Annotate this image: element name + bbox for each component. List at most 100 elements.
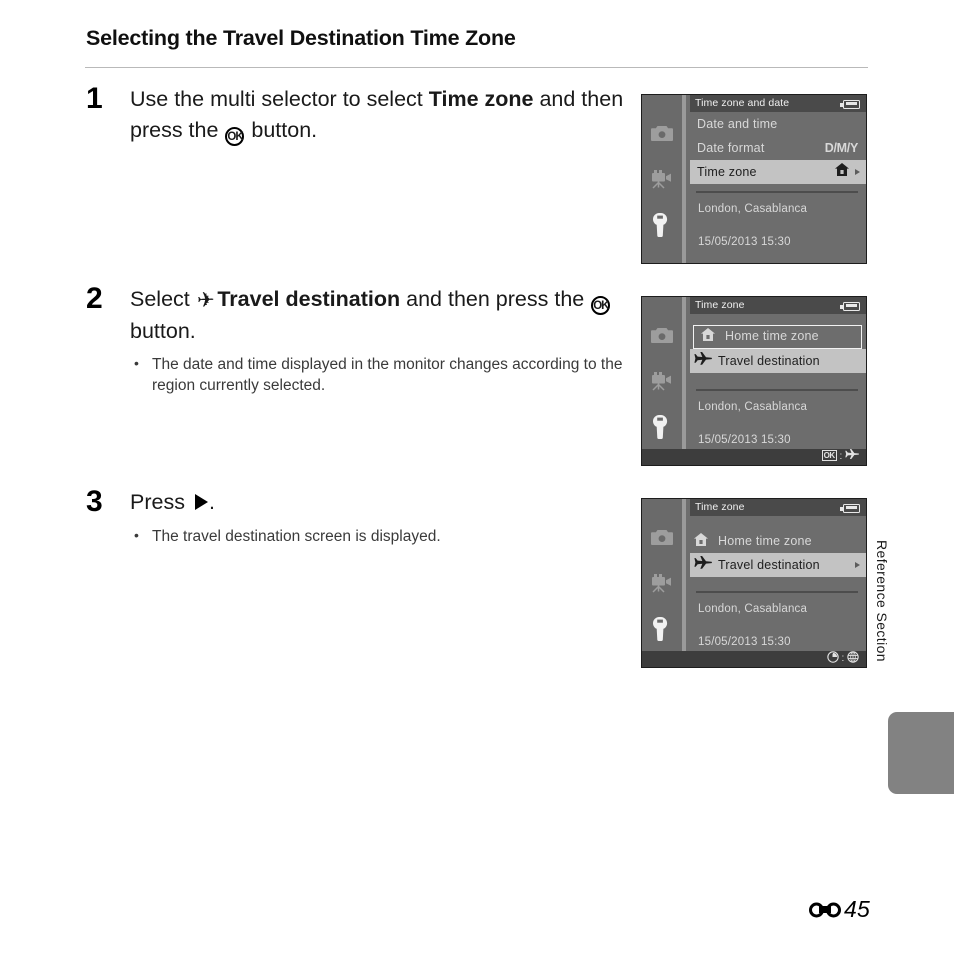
- ok-button-icon: OK: [591, 296, 611, 315]
- camera-icon[interactable]: [642, 529, 682, 546]
- screen-info: London, Casablanca 15/05/2013 15:30: [690, 203, 866, 248]
- home-icon: [701, 327, 725, 347]
- wrench-icon[interactable]: [642, 213, 682, 237]
- section-side-label: Reference Section: [874, 540, 890, 662]
- page-number: 45: [809, 896, 870, 924]
- menu-item-label: Time zone: [697, 165, 757, 179]
- battery-icon: [840, 301, 860, 311]
- menu-item-label: Home time zone: [718, 534, 812, 548]
- step-2: 2 Select ✈ Travel destination and then pr…: [86, 284, 631, 397]
- globe-icon: [847, 651, 859, 667]
- screen-info: London, Casablanca 15/05/2013 15:30: [690, 603, 866, 648]
- step-2-text-bold: Travel destination: [217, 287, 401, 311]
- movie-camera-icon[interactable]: [642, 372, 682, 391]
- menu-panel: Time zone and date Date and time Date fo…: [690, 95, 866, 263]
- screen-info: London, Casablanca 15/05/2013 15:30: [690, 401, 866, 446]
- section-side-tab: [888, 712, 954, 794]
- menu-item-date-format[interactable]: Date format D/M/Y: [690, 136, 866, 160]
- info-datetime: 15/05/2013 15:30: [698, 235, 791, 248]
- plane-icon: [694, 350, 718, 374]
- step-3-number: 3: [86, 485, 103, 518]
- camera-icon[interactable]: [642, 125, 682, 142]
- screen-title-text: Time zone: [695, 501, 745, 513]
- page-number-text: 45: [844, 896, 870, 922]
- plane-icon: ✈: [196, 288, 215, 313]
- camera-screen-2: Time zone Home time zone Travel destinat…: [641, 296, 867, 466]
- screen-bottom-bar: :: [642, 651, 866, 667]
- info-datetime: 15/05/2013 15:30: [698, 635, 791, 648]
- step-2-text-a: Select: [130, 287, 196, 311]
- bottom-bar-separator: :: [839, 451, 843, 462]
- panel-divider: [696, 389, 858, 391]
- camera-screen-1: Time zone and date Date and time Date fo…: [641, 94, 867, 264]
- list-item: The travel destination screen is display…: [130, 526, 631, 548]
- info-location: London, Casablanca: [698, 400, 808, 413]
- step-1-text-c: button.: [245, 117, 318, 142]
- menu-item-indicators: [835, 160, 860, 184]
- menu-panel: Time zone Home time zone Travel destinat…: [690, 297, 866, 465]
- movie-camera-icon[interactable]: [642, 170, 682, 189]
- chevron-right-icon: [855, 562, 860, 568]
- wrench-icon[interactable]: [642, 617, 682, 641]
- screen-title: Time zone and date: [690, 95, 866, 112]
- step-1-text: Use the multi selector to select Time zo…: [130, 84, 631, 146]
- menu-item-label: Home time zone: [725, 329, 819, 343]
- home-icon: [694, 530, 718, 554]
- step-2-text: Select ✈ Travel destination and then pres…: [130, 284, 631, 346]
- menu-item-value: D/M/Y: [824, 141, 859, 155]
- step-3-text: Press .: [130, 487, 631, 518]
- panel-divider: [696, 591, 858, 593]
- panel-divider: [696, 191, 858, 193]
- bottom-bar-separator: :: [841, 653, 845, 664]
- menu-item-travel-destination[interactable]: Travel destination: [690, 349, 866, 373]
- home-icon: [835, 160, 849, 184]
- menu-item-indicators: [855, 553, 860, 577]
- menu-item-label: Travel destination: [718, 354, 820, 368]
- menu-item-time-zone[interactable]: Time zone: [690, 160, 866, 184]
- ok-badge: OK: [821, 449, 837, 461]
- menu-item-label: Date and time: [697, 117, 778, 131]
- movie-camera-icon[interactable]: [642, 574, 682, 593]
- step-1-number: 1: [86, 82, 103, 115]
- menu-item-home-time-zone[interactable]: Home time zone: [690, 529, 866, 553]
- screen-title-text: Time zone: [695, 299, 745, 311]
- right-arrow-icon: [194, 494, 208, 510]
- menu-item-date-and-time[interactable]: Date and time: [690, 112, 866, 136]
- step-3: 3 Press . The travel destination screen …: [86, 487, 631, 547]
- reference-section-icon: [809, 897, 843, 924]
- step-1-text-a: Use the multi selector to select: [130, 87, 429, 111]
- list-item: The date and time displayed in the monit…: [130, 354, 631, 396]
- step-2-text-c: button.: [130, 318, 196, 343]
- page-title: Selecting the Travel Destination Time Zo…: [86, 26, 516, 50]
- step-1-text-bold: Time zone: [428, 87, 534, 111]
- wrench-icon[interactable]: [642, 415, 682, 439]
- camera-icon[interactable]: [642, 327, 682, 344]
- menu-rail: [642, 95, 686, 263]
- step-2-text-b: and then press the: [400, 287, 591, 311]
- battery-icon: [840, 99, 860, 109]
- step-1: 1 Use the multi selector to select Time …: [86, 84, 631, 146]
- camera-screen-3: Time zone Home time zone Travel destinat…: [641, 498, 867, 668]
- screen-title: Time zone: [690, 499, 866, 516]
- ok-button-icon: OK: [225, 126, 245, 146]
- menu-item-label: Travel destination: [718, 558, 820, 572]
- menu-item-home-time-zone[interactable]: Home time zone: [693, 325, 862, 349]
- menu-rail: [642, 297, 686, 465]
- info-location: London, Casablanca: [698, 202, 808, 215]
- clock-icon: [826, 651, 839, 667]
- info-location: London, Casablanca: [698, 602, 808, 615]
- step-3-text-a: Press: [130, 490, 191, 514]
- chevron-right-icon: [855, 169, 860, 175]
- menu-rail: [642, 499, 686, 667]
- step-2-number: 2: [86, 282, 103, 315]
- menu-item-travel-destination[interactable]: Travel destination: [690, 553, 866, 577]
- info-datetime: 15/05/2013 15:30: [698, 433, 791, 446]
- plane-icon: [845, 449, 859, 465]
- menu-item-label: Date format: [697, 141, 765, 155]
- step-2-bullets: The date and time displayed in the monit…: [130, 354, 631, 396]
- battery-icon: [840, 503, 860, 513]
- plane-icon: [694, 554, 718, 578]
- screen-bottom-bar: OK :: [642, 449, 866, 465]
- step-3-bullets: The travel destination screen is display…: [130, 526, 631, 548]
- screen-title: Time zone: [690, 297, 866, 314]
